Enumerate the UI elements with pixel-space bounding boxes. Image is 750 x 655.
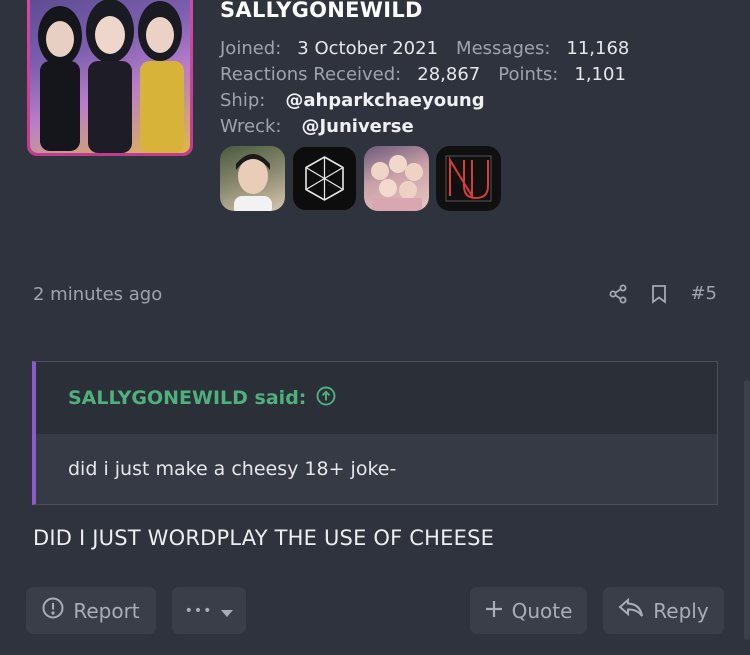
quote-header[interactable]: SALLYGONEWILD said: (36, 362, 717, 434)
stats-row-reactions: Reactions Received: 28,867 Points: 1,101 (220, 62, 647, 88)
stats-row-wreck: Wreck: @Juniverse (220, 114, 647, 140)
more-label: ••• (184, 602, 213, 619)
caret-down-icon (221, 599, 234, 623)
wreck-label: Wreck: (220, 116, 282, 137)
reply-button[interactable]: Reply (603, 587, 724, 634)
post-number[interactable]: #5 (690, 283, 717, 304)
quote-label: Quote (511, 598, 573, 623)
wreck-value: @Juniverse (301, 116, 414, 137)
plus-icon (485, 599, 503, 623)
stats-row-joined: Joined: 3 October 2021 Messages: 11,168 (220, 36, 647, 62)
quote-author[interactable]: SALLYGONEWILD said: (68, 387, 306, 409)
ship-label: Ship: (220, 90, 266, 111)
messages-label: Messages: (456, 38, 551, 59)
reply-label: Reply (653, 598, 709, 623)
scrollbar[interactable] (744, 380, 750, 640)
joined-label: Joined: (220, 38, 282, 59)
badge-red-letter-logo[interactable] (436, 146, 501, 211)
post-message: DID I JUST WORDPLAY THE USE OF CHEESE (33, 526, 495, 550)
username[interactable]: SALLYGONEWILD (220, 0, 423, 22)
badge-hexagon-logo[interactable] (292, 146, 357, 211)
quote-text: did i just make a cheesy 18+ joke- (36, 434, 717, 504)
user-avatar[interactable] (27, 0, 193, 156)
stats-row-ship: Ship: @ahparkchaeyoung (220, 88, 647, 114)
reactions-value: 28,867 (417, 64, 481, 85)
post-timestamp[interactable]: 2 minutes ago (33, 284, 162, 305)
joined-value: 3 October 2021 (297, 38, 439, 59)
report-button[interactable]: Report (26, 587, 156, 634)
badge-portrait[interactable] (220, 146, 285, 211)
arrow-up-circle-icon[interactable] (316, 386, 336, 411)
user-stats: Joined: 3 October 2021 Messages: 11,168 Rea… (220, 36, 647, 140)
avatar-image (30, 0, 190, 153)
report-label: Report (73, 598, 140, 623)
user-badges (220, 146, 501, 211)
share-icon[interactable] (608, 284, 628, 304)
quote-block: SALLYGONEWILD said: did i just make a ch… (32, 361, 718, 505)
badge-group-photo[interactable] (364, 146, 429, 211)
reply-arrow-icon (618, 597, 644, 623)
reactions-label: Reactions Received: (220, 64, 402, 85)
more-options-button[interactable]: ••• (172, 587, 246, 634)
bookmark-icon[interactable] (650, 284, 668, 304)
post-actions: #5 (608, 283, 717, 304)
ship-value: @ahparkchaeyoung (285, 90, 485, 111)
alert-circle-icon (42, 597, 64, 624)
messages-value: 11,168 (566, 38, 630, 59)
quote-button[interactable]: Quote (470, 587, 587, 634)
points-value: 1,101 (574, 64, 626, 85)
points-label: Points: (498, 64, 559, 85)
